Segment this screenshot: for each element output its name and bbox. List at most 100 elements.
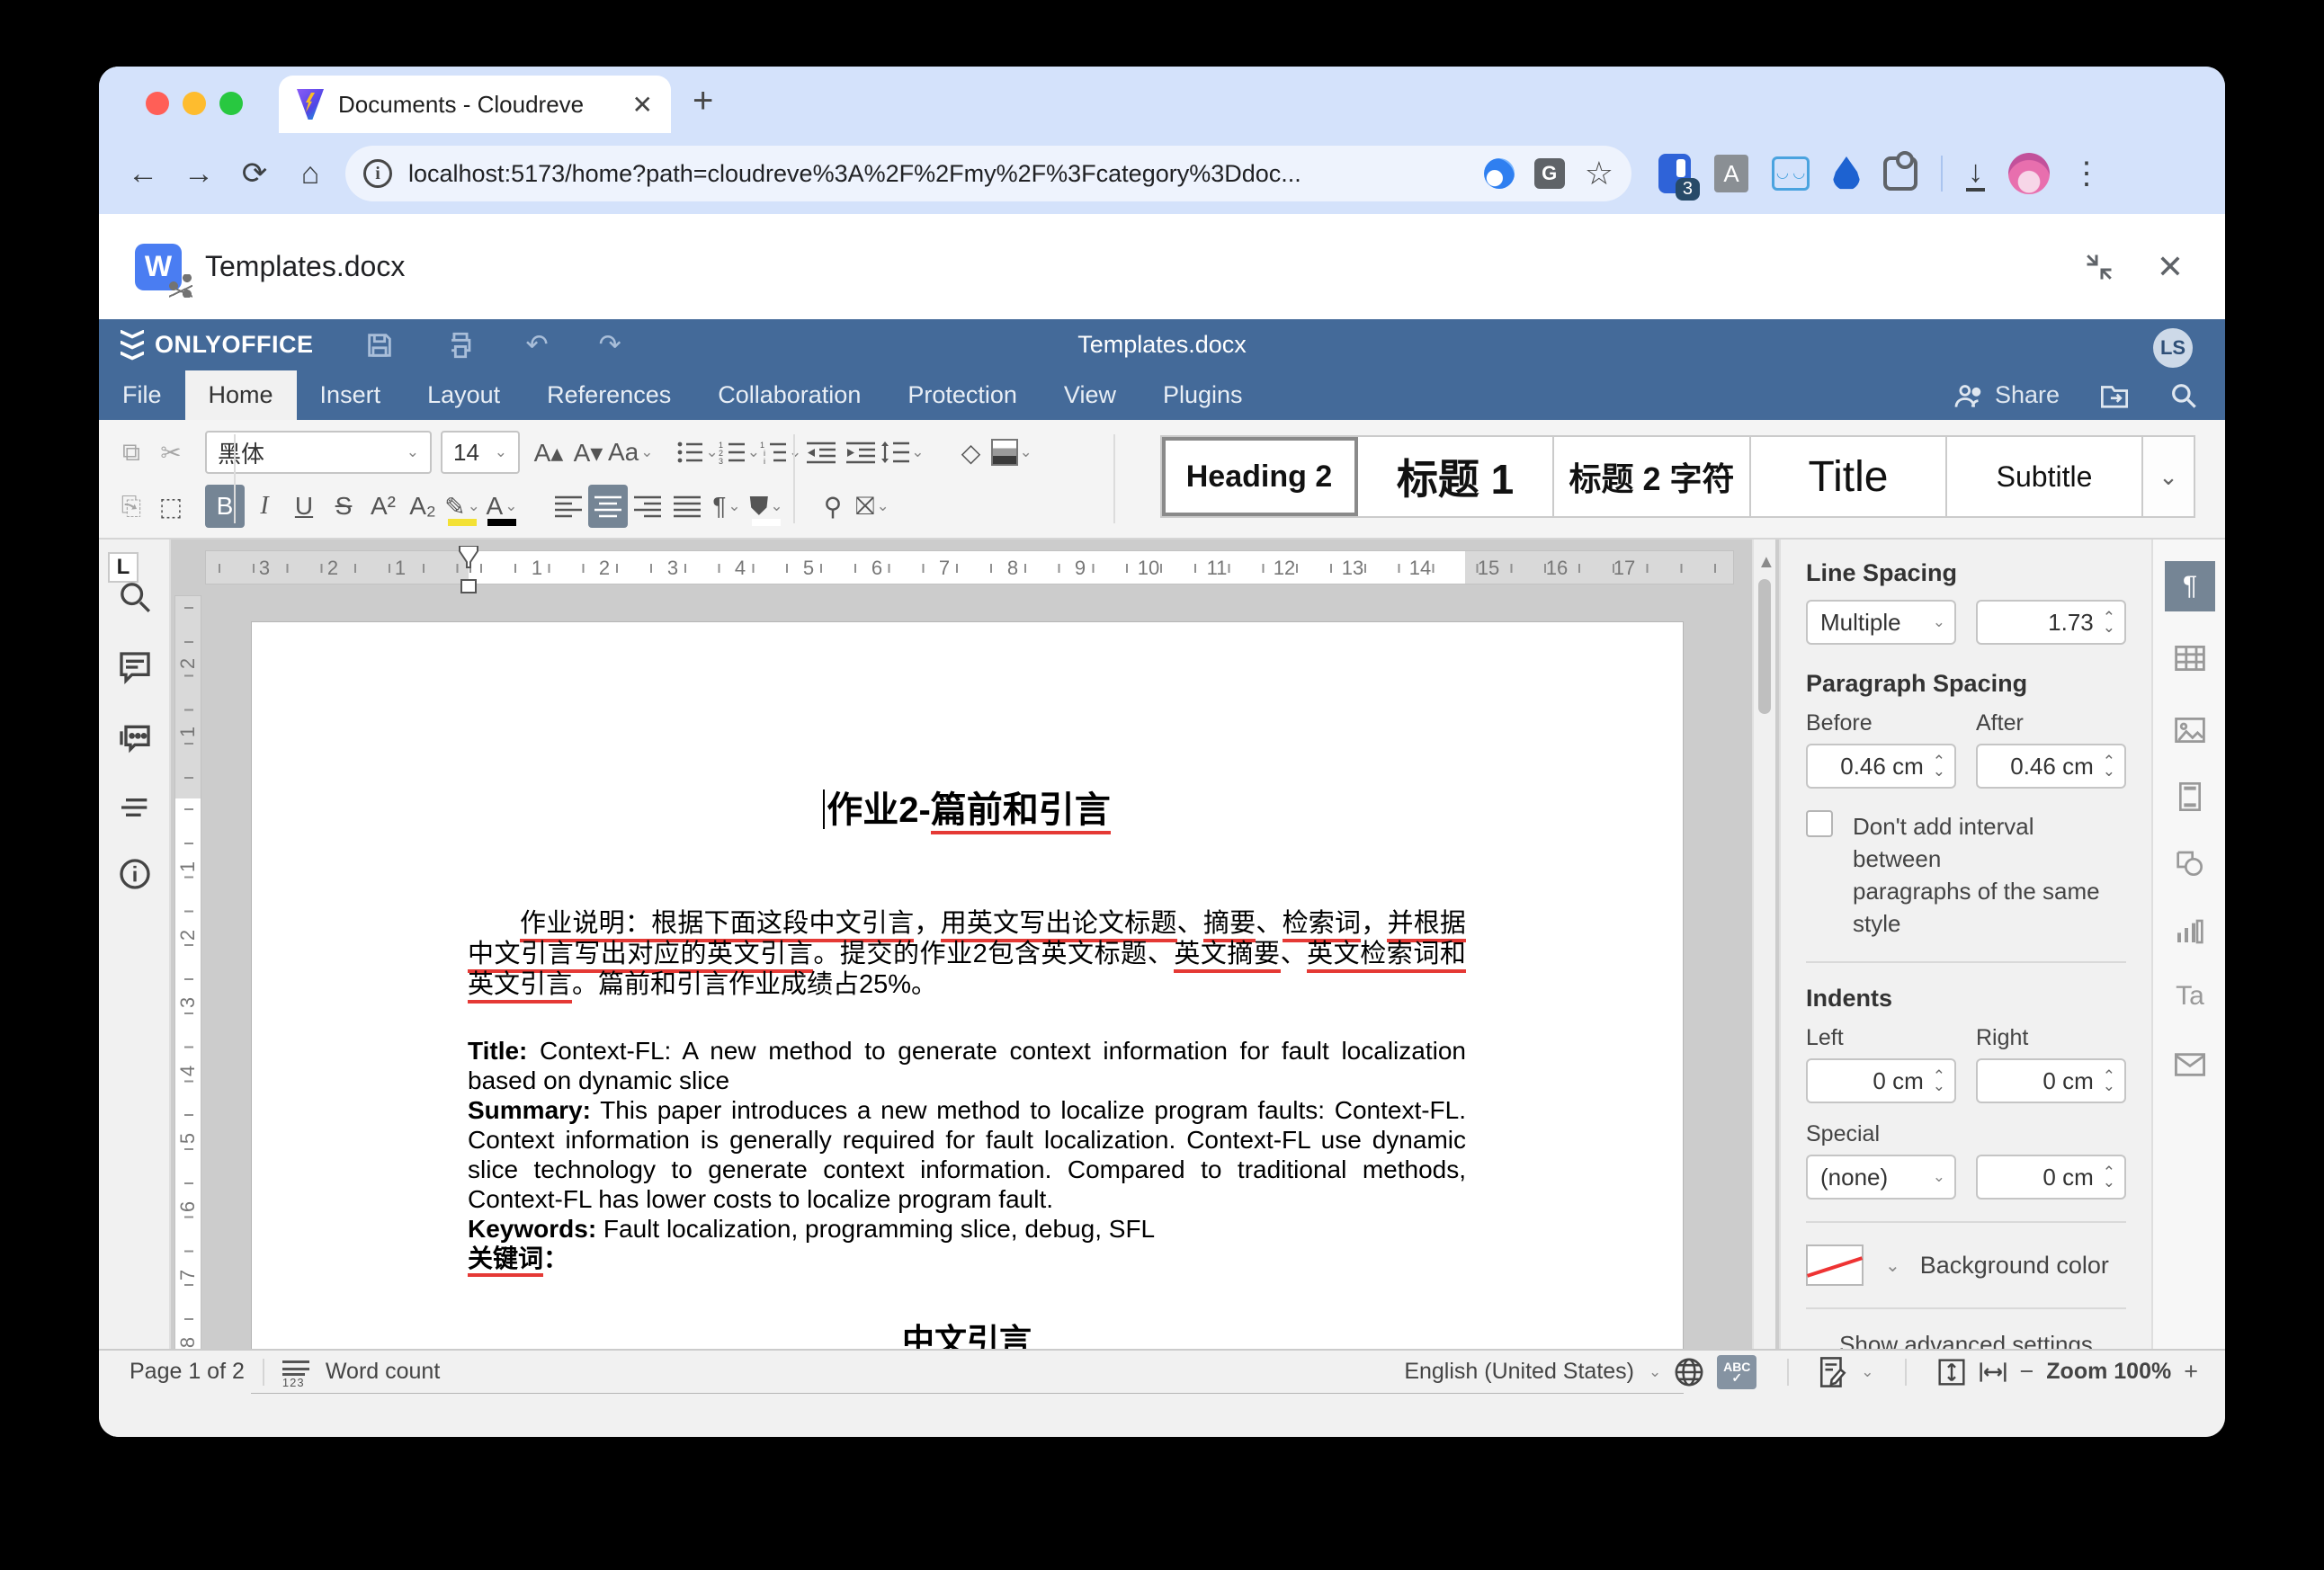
vertical-ruler[interactable]: 2 1 1 2 3 4 5 6 7 8 [174,595,201,1393]
style-subtitle[interactable]: Subtitle [1947,437,2143,516]
horizontal-ruler[interactable]: 3 2 1 1 2 3 4 5 6 7 8 9 10 11 12 13 14 1… [205,550,1734,584]
style-heading2-cn[interactable]: 标题 2 字符 [1554,437,1751,516]
extension-a-icon[interactable]: A [1714,155,1748,192]
strikethrough-button[interactable]: S [324,485,363,528]
extension-drop-icon[interactable] [1833,156,1860,191]
scrollbar-thumb[interactable] [1758,579,1771,714]
forward-icon[interactable]: → [171,156,227,192]
bookmark-star-icon[interactable]: ☆ [1585,158,1613,189]
extensions-puzzle-icon[interactable] [1883,156,1917,191]
zoom-level[interactable]: Zoom 100% [2046,1359,2171,1385]
tab-view[interactable]: View [1041,370,1140,420]
table-settings-icon[interactable] [2165,633,2215,683]
comments-icon[interactable] [117,649,153,685]
background-color-swatch[interactable] [1806,1244,1864,1286]
change-case-icon[interactable]: Aa⌄ [608,431,654,474]
style-heading2[interactable]: Heading 2 [1162,437,1358,516]
highlight-color-button[interactable]: ✎⌄ [442,485,482,528]
tab-close-icon[interactable]: ✕ [632,90,653,120]
tab-home[interactable]: Home [185,370,297,420]
shape-settings-icon[interactable] [2165,838,2215,888]
new-tab-button[interactable]: + [693,83,713,119]
bold-button[interactable]: B [205,485,245,528]
special-select[interactable]: (none)⌄ [1806,1155,1956,1200]
paragraph-settings-icon[interactable]: ¶ [2165,561,2215,611]
no-interval-checkbox[interactable] [1806,810,1833,837]
tab-references[interactable]: References [523,370,694,420]
browser-menu-icon[interactable]: ⋮ [2071,156,2102,192]
increase-indent-icon[interactable] [841,431,880,474]
superscript-button[interactable]: A² [363,485,403,528]
font-color-button[interactable]: A⌄ [482,485,522,528]
align-center-icon[interactable] [588,485,628,528]
page-indicator[interactable]: Page 1 of 2 [130,1359,245,1385]
multilevel-list-icon[interactable]: 1ii⌄ [760,431,801,474]
decrease-indent-icon[interactable] [801,431,841,474]
textart-settings-icon[interactable]: Ta [2165,971,2215,1021]
search-icon[interactable] [2169,381,2198,410]
navigation-headings-icon[interactable] [117,789,153,825]
extension-tv-icon[interactable] [1772,156,1810,191]
zoom-in-icon[interactable]: + [2184,1358,2198,1386]
fit-page-icon[interactable] [1937,1358,1966,1387]
profile-sync-icon[interactable] [1484,158,1515,189]
nonprinting-chars-icon[interactable]: ¶⌄ [707,485,746,528]
align-left-icon[interactable] [549,485,588,528]
image-settings-icon[interactable] [2165,705,2215,755]
word-count-label[interactable]: Word count [326,1359,440,1385]
decrease-font-icon[interactable]: A▾ [568,431,608,474]
tab-layout[interactable]: Layout [404,370,523,420]
chat-icon[interactable] [117,719,153,755]
headers-footers-icon[interactable] [2165,772,2215,822]
paste-icon[interactable]: ⎘ [112,485,151,528]
cut-icon[interactable]: ✂ [151,431,191,474]
mail-merge-settings-icon[interactable] [2165,1039,2215,1090]
scroll-up-icon[interactable]: ▲ [1757,552,1775,573]
home-icon[interactable]: ⌂ [282,156,338,192]
fit-width-icon[interactable] [1979,1358,2007,1387]
close-window-button[interactable] [146,92,169,115]
chevron-down-icon[interactable]: ⌄ [1649,1363,1661,1381]
exit-fullscreen-icon[interactable] [2083,251,2115,283]
language-selector[interactable]: English (United States) [1404,1359,1634,1385]
spellcheck-icon[interactable]: ABC✓ [1717,1355,1756,1389]
spacing-before-spinner[interactable]: 0.46 cm⌃⌄ [1806,744,1956,789]
clear-style-icon[interactable]: ◇ [952,431,991,474]
indent-right-spinner[interactable]: 0 cm⌃⌄ [1976,1058,2126,1103]
copy-icon[interactable]: ⧉ [112,431,151,474]
track-changes-icon[interactable] [1819,1357,1846,1387]
user-avatar[interactable]: LS [2153,328,2193,368]
translate-icon[interactable]: G [1534,158,1565,189]
tab-stop-selector[interactable]: L [108,552,139,583]
indent-left-spinner[interactable]: 0 cm⌃⌄ [1806,1058,1956,1103]
indent-marker[interactable] [458,546,479,596]
minimize-window-button[interactable] [183,92,206,115]
font-name-select[interactable]: 黑体⌄ [205,431,432,474]
reload-icon[interactable]: ⟳ [227,156,282,192]
about-icon[interactable] [117,856,153,892]
underline-button[interactable]: U [284,485,324,528]
select-all-icon[interactable]: ⬚ [151,485,191,528]
justify-icon[interactable] [667,485,707,528]
italic-button[interactable]: I [245,485,284,528]
set-language-globe-icon[interactable] [1674,1357,1704,1387]
close-viewer-icon[interactable]: ✕ [2157,248,2184,286]
back-icon[interactable]: ← [115,156,171,192]
zoom-out-icon[interactable]: − [2020,1358,2034,1386]
tab-protection[interactable]: Protection [884,370,1041,420]
downloads-icon[interactable]: ↓ [1966,156,1985,192]
extension-card-icon[interactable]: 3 [1658,154,1691,193]
style-heading1-cn[interactable]: 标题 1 [1358,437,1554,516]
site-info-icon[interactable]: i [363,159,392,188]
url-text[interactable]: localhost:5173/home?path=cloudreve%3A%2F… [408,160,1464,188]
align-right-icon[interactable] [628,485,667,528]
tab-plugins[interactable]: Plugins [1140,370,1266,420]
special-value-spinner[interactable]: 0 cm⌃⌄ [1976,1155,2126,1200]
paragraph-shading-icon[interactable]: ⛊⌄ [746,485,786,528]
address-bar[interactable]: i localhost:5173/home?path=cloudreve%3A%… [345,146,1631,201]
find-icon[interactable] [117,579,153,615]
open-file-location-icon[interactable] [2099,382,2130,409]
chevron-down-icon[interactable]: ⌄ [1885,1254,1900,1277]
style-title[interactable]: Title [1751,437,1947,516]
chart-settings-icon[interactable] [2165,906,2215,957]
